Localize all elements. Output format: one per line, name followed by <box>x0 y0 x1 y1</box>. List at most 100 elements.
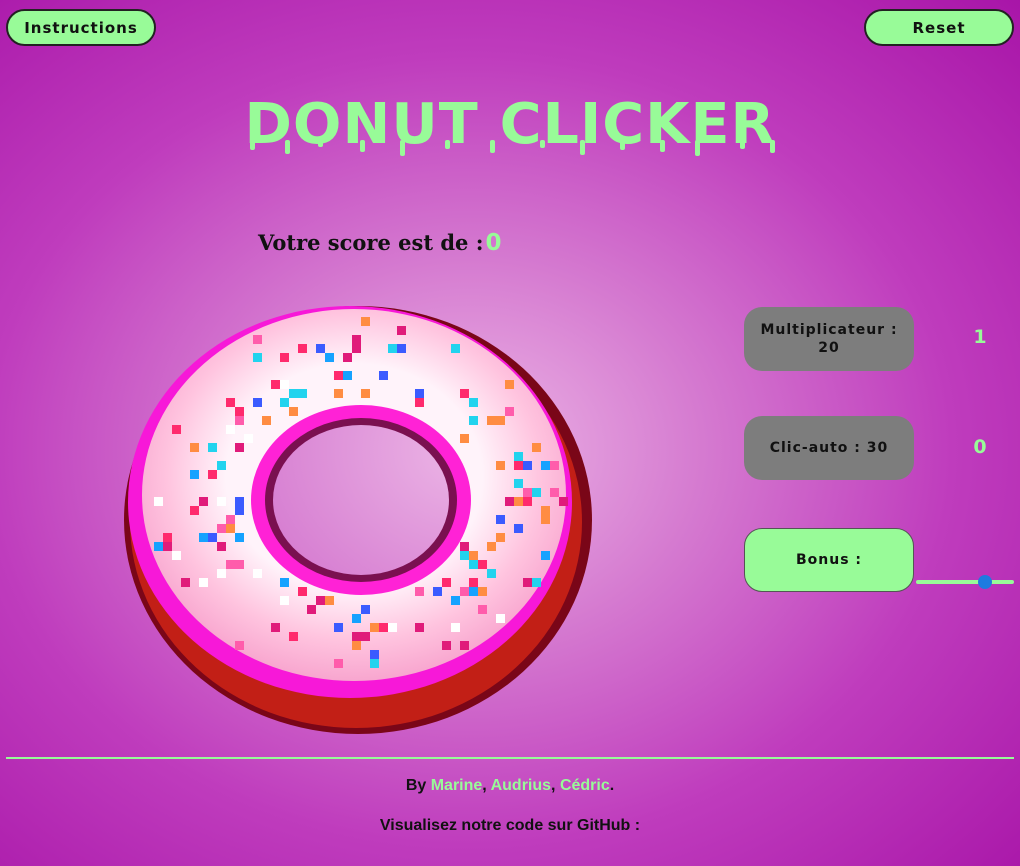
donut-sprinkle <box>361 317 370 326</box>
donut-sprinkle <box>163 542 172 551</box>
bonus-slider-thumb[interactable] <box>978 575 992 589</box>
donut-sprinkle <box>478 605 487 614</box>
donut-sprinkle <box>217 497 226 506</box>
donut-sprinkle <box>361 632 370 641</box>
donut-sprinkle <box>235 533 244 542</box>
autoclick-label: Clic-auto : 30 <box>769 440 889 456</box>
donut-sprinkle <box>235 641 244 650</box>
donut-sprinkle <box>361 605 370 614</box>
donut-sprinkle <box>352 614 361 623</box>
donut-sprinkle <box>289 632 298 641</box>
donut-sprinkle <box>343 371 352 380</box>
donut-sprinkle <box>478 587 487 596</box>
donut-sprinkle <box>280 380 289 389</box>
donut-sprinkle <box>235 416 244 425</box>
score-value: 0 <box>485 230 502 256</box>
donut-sprinkle <box>190 443 199 452</box>
donut-sprinkle <box>514 479 523 488</box>
donut-sprinkle <box>262 416 271 425</box>
donut-sprinkle <box>460 551 469 560</box>
donut-sprinkle <box>469 560 478 569</box>
donut-sprinkle <box>532 488 541 497</box>
autoclick-count: 0 <box>973 436 987 458</box>
donut-sprinkle <box>388 344 397 353</box>
donut-sprinkle <box>469 398 478 407</box>
donut-sprinkle <box>433 587 442 596</box>
donut-sprinkle <box>415 623 424 632</box>
donut-sprinkle <box>226 524 235 533</box>
bonus-label: Bonus : <box>795 552 863 568</box>
donut-sprinkle <box>172 551 181 560</box>
donut-sprinkle <box>541 506 550 515</box>
github-text: Visualisez notre code sur GitHub : <box>379 817 641 834</box>
credits-prefix: By <box>405 777 431 794</box>
instructions-button[interactable]: Instructions <box>6 9 156 46</box>
donut-sprinkle <box>352 344 361 353</box>
donut-sprinkle <box>388 623 397 632</box>
multiplier-cost: 20 <box>818 340 840 356</box>
donut-sprinkle <box>550 488 559 497</box>
donut-sprinkle <box>352 632 361 641</box>
donut-sprinkle <box>253 353 262 362</box>
donut-sprinkle <box>217 524 226 533</box>
donut-sprinkle <box>226 515 235 524</box>
donut-sprinkle <box>235 407 244 416</box>
donut-sprinkle <box>541 515 550 524</box>
donut-sprinkle <box>325 596 334 605</box>
bonus-slider-track <box>916 580 1014 584</box>
donut-sprinkle <box>289 407 298 416</box>
donut-sprinkle <box>487 569 496 578</box>
author-link-audrius[interactable]: Audrius <box>491 777 551 794</box>
donut-sprinkle <box>325 353 334 362</box>
donut-sprinkle <box>352 641 361 650</box>
bonus-button[interactable]: Bonus : <box>744 528 914 592</box>
donut-sprinkle <box>154 542 163 551</box>
donut-sprinkle <box>523 488 532 497</box>
donut-sprinkle <box>271 380 280 389</box>
donut-sprinkle <box>172 425 181 434</box>
donut-sprinkle <box>253 398 262 407</box>
donut-sprinkle <box>361 389 370 398</box>
author-link-marine[interactable]: Marine <box>431 777 483 794</box>
donut-sprinkle <box>190 470 199 479</box>
donut-sprinkle <box>397 326 406 335</box>
donut-sprinkle <box>442 641 451 650</box>
bonus-slider[interactable] <box>916 573 1014 591</box>
multiplier-button[interactable]: Multiplicateur : 20 <box>744 307 914 371</box>
donut-sprinkle <box>199 497 208 506</box>
donut-sprinkle <box>505 380 514 389</box>
title-drips-decoration <box>250 140 775 156</box>
donut-sprinkle <box>550 461 559 470</box>
donut-sprinkle <box>280 353 289 362</box>
donut-sprinkle <box>154 497 163 506</box>
donut-sprinkle <box>298 344 307 353</box>
donut-sprinkle <box>496 614 505 623</box>
donut-sprinkle <box>496 515 505 524</box>
donut-sprinkle <box>343 353 352 362</box>
reset-button[interactable]: Reset <box>864 9 1014 46</box>
donut-sprinkle <box>199 578 208 587</box>
autoclick-button[interactable]: Clic-auto : 30 <box>744 416 914 480</box>
donut-sprinkle <box>514 524 523 533</box>
donut-sprinkle <box>334 659 343 668</box>
donut-sprinkle <box>352 335 361 344</box>
donut-sprinkle <box>298 389 307 398</box>
donut-sprinkle <box>334 371 343 380</box>
pixel-donut-icon[interactable] <box>118 290 610 736</box>
author-link-cedric[interactable]: Cédric <box>560 777 610 794</box>
donut-sprinkle <box>289 389 298 398</box>
donut-sprinkle <box>298 587 307 596</box>
donut-sprinkle <box>244 434 253 443</box>
donut-sprinkle <box>505 497 514 506</box>
donut-sprinkle <box>451 596 460 605</box>
donut-sprinkle <box>559 497 568 506</box>
donut-sprinkle <box>451 623 460 632</box>
donut-sprinkle <box>514 497 523 506</box>
donut-sprinkle <box>334 623 343 632</box>
score-label: Votre score est de : <box>258 230 484 255</box>
donut-sprinkle <box>370 650 379 659</box>
donut-sprinkle <box>235 497 244 506</box>
credits-sep: , <box>482 777 491 794</box>
score-display: Votre score est de :0 <box>258 230 501 256</box>
donut-sprinkle <box>487 416 496 425</box>
